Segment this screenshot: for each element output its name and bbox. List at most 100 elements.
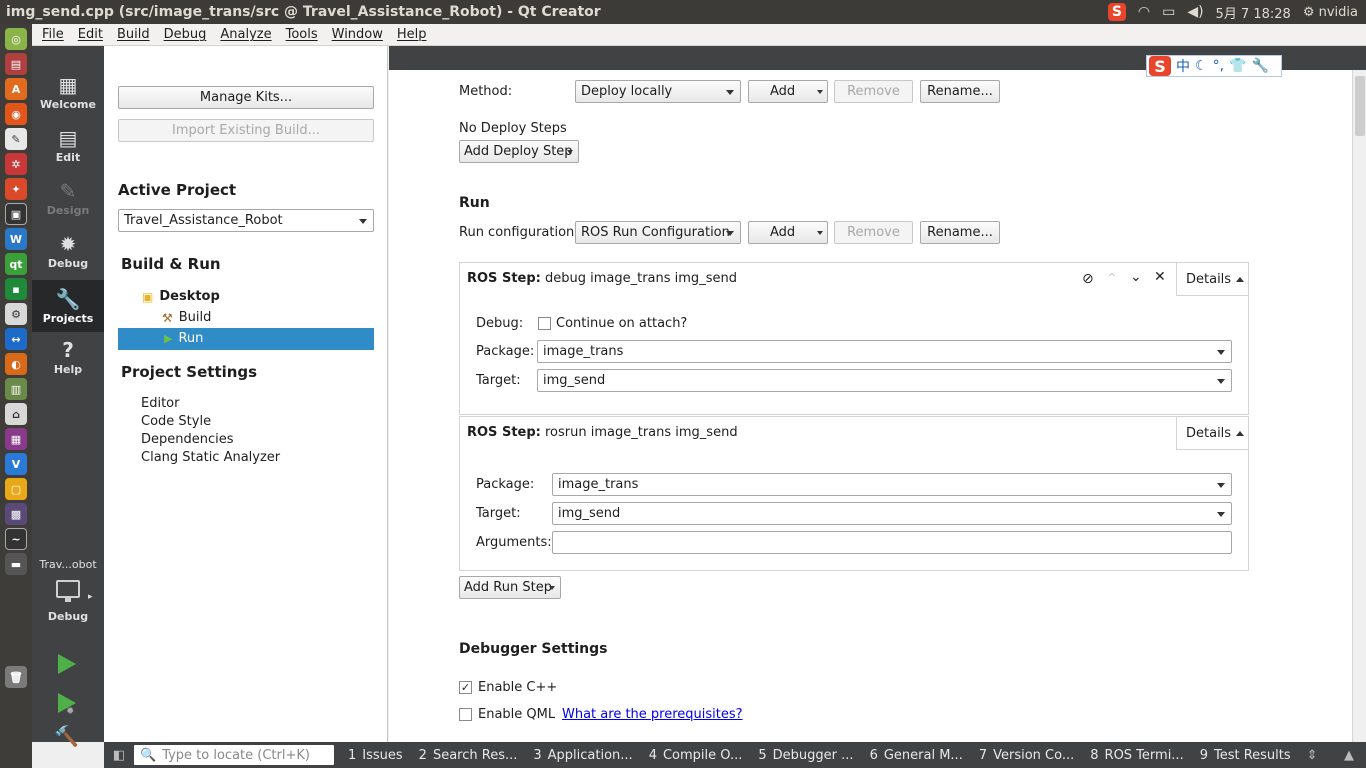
wrench-icon[interactable]: 🔧 xyxy=(1251,58,1268,74)
software-center-icon[interactable]: A xyxy=(5,78,27,100)
more-tabs-icon[interactable]: ⇕ xyxy=(1299,748,1326,763)
output-pane-toggle-icon[interactable]: ▲ xyxy=(1344,748,1366,763)
battery-icon[interactable]: ▭ xyxy=(1162,4,1175,20)
settings-clang-analyzer[interactable]: Clang Static Analyzer xyxy=(141,450,280,465)
locator-input[interactable]: 🔍 Type to locate (Ctrl+K) xyxy=(134,745,334,765)
disable-step-icon[interactable]: ⊘ xyxy=(1082,271,1094,287)
settings-icon[interactable]: ⚙ xyxy=(5,303,27,325)
sidebar-toggle-icon[interactable]: ◧ xyxy=(104,748,134,763)
enable-cpp-checkbox[interactable]: ✓ xyxy=(459,681,472,694)
ime-toolbar[interactable]: S 中 ☾ °, 👕 🔧 xyxy=(1146,55,1282,77)
kit-selector[interactable]: Debug xyxy=(32,580,104,628)
system-monitor-icon[interactable]: ~ xyxy=(5,528,27,550)
pycharm-icon[interactable]: ▪ xyxy=(5,278,27,300)
mode-design[interactable]: ✎ Design xyxy=(32,172,104,224)
archive-icon[interactable]: ▥ xyxy=(5,378,27,400)
trash-icon[interactable]: 🗑 xyxy=(5,666,27,688)
kit-project-name[interactable]: Trav...obot xyxy=(32,558,104,571)
menu-debug[interactable]: Debug xyxy=(164,27,207,42)
skin-icon[interactable]: 👕 xyxy=(1229,58,1246,74)
mode-help[interactable]: ? Help xyxy=(32,331,104,383)
deploy-method-select[interactable]: Deploy locally xyxy=(575,80,741,103)
step2-details-toggle[interactable]: Details xyxy=(1176,417,1249,450)
menu-tools[interactable]: Tools xyxy=(286,27,318,42)
add-deploy-step-button[interactable]: Add Deploy Step xyxy=(459,140,579,163)
menu-window[interactable]: Window xyxy=(332,27,383,42)
arguments-input[interactable] xyxy=(552,531,1232,554)
mode-edit[interactable]: ▤ Edit xyxy=(32,119,104,171)
continue-on-attach-checkbox[interactable] xyxy=(538,317,551,330)
output-tab-version-control[interactable]: 7 Version Co... xyxy=(971,748,1082,763)
pdf-icon[interactable]: ✦ xyxy=(5,178,27,200)
run-rename-button[interactable]: Rename... xyxy=(920,221,1000,244)
run-config-select[interactable]: ROS Run Configuration xyxy=(575,221,741,244)
tool-icon[interactable]: ✲ xyxy=(5,153,27,175)
enable-qml-checkbox[interactable] xyxy=(459,708,472,721)
output-tab-application-output[interactable]: 3 Application... xyxy=(525,748,640,763)
output-tab-issues[interactable]: 1 Issues xyxy=(340,748,411,763)
output-tab-ros-terminals[interactable]: 8 ROS Termi... xyxy=(1082,748,1191,763)
ime-icon[interactable]: S xyxy=(1107,3,1126,21)
user-menu[interactable]: ⚙ nvidia xyxy=(1303,5,1358,20)
word-icon[interactable]: W xyxy=(5,228,27,250)
output-tab-general-messages[interactable]: 6 General M... xyxy=(862,748,971,763)
terminal-icon[interactable]: ▣ xyxy=(5,203,27,225)
menu-analyze[interactable]: Analyze xyxy=(220,27,271,42)
scrollbar-thumb[interactable] xyxy=(1355,76,1365,136)
add-run-step-button[interactable]: Add Run Step xyxy=(459,576,561,599)
step2-package-select[interactable]: image_trans xyxy=(552,473,1232,496)
run-add-button[interactable]: Add xyxy=(748,221,828,244)
qt-creator-icon[interactable]: qt xyxy=(5,253,27,275)
active-project-select[interactable]: Travel_Assistance_Robot xyxy=(118,209,374,232)
video-icon[interactable]: ▩ xyxy=(5,503,27,525)
network-icon[interactable]: ⌂ xyxy=(5,403,27,425)
manage-kits-button[interactable]: Manage Kits... xyxy=(118,86,374,109)
mode-debug[interactable]: ✹ Debug xyxy=(32,225,104,277)
output-tab-compile-output[interactable]: 4 Compile O... xyxy=(641,748,751,763)
volume-icon[interactable]: ◀) xyxy=(1187,4,1203,20)
deploy-remove-button[interactable]: Remove xyxy=(834,80,913,103)
mode-projects[interactable]: 🔧 Projects xyxy=(32,280,104,332)
step1-details-toggle[interactable]: Details xyxy=(1176,263,1249,296)
tree-item-build[interactable]: ⚒ Build xyxy=(162,310,211,325)
output-tab-debugger-console[interactable]: 5 Debugger ... xyxy=(750,748,861,763)
run-button[interactable] xyxy=(58,654,76,674)
moon-icon[interactable]: ☾ xyxy=(1195,58,1208,74)
deploy-rename-button[interactable]: Rename... xyxy=(920,80,1000,103)
menu-help[interactable]: Help xyxy=(397,27,427,42)
output-tab-test-results[interactable]: 9 Test Results xyxy=(1192,748,1299,763)
ime-mode-icon[interactable]: 中 xyxy=(1176,56,1190,76)
files-icon[interactable]: ▤ xyxy=(5,53,27,75)
vscode-icon[interactable]: V xyxy=(5,453,27,475)
menu-build[interactable]: Build xyxy=(117,27,150,42)
dash-icon[interactable]: ◎ xyxy=(5,28,27,50)
chevron-up-icon[interactable]: ⌃ xyxy=(1106,271,1118,287)
wifi-icon[interactable]: ◠ xyxy=(1138,4,1150,20)
image-viewer-icon[interactable]: ◐ xyxy=(5,353,27,375)
mode-welcome[interactable]: ▦ Welcome xyxy=(32,66,104,118)
output-tab-search-results[interactable]: 2 Search Res... xyxy=(411,748,526,763)
vertical-scrollbar[interactable] xyxy=(1352,70,1366,742)
prerequisites-link[interactable]: What are the prerequisites? xyxy=(562,707,743,722)
teamviewer-icon[interactable]: ↔ xyxy=(5,328,27,350)
close-icon[interactable]: ✕ xyxy=(1154,269,1166,285)
disk-icon[interactable]: ▬ xyxy=(5,553,27,575)
import-build-button[interactable]: Import Existing Build... xyxy=(118,119,374,142)
chevron-down-icon[interactable]: ⌄ xyxy=(1130,269,1142,285)
build-hammer-button[interactable]: 🔨 xyxy=(54,724,79,748)
clock[interactable]: 5月 7 18:28 xyxy=(1216,3,1291,22)
step1-package-select[interactable]: image_trans xyxy=(537,340,1232,363)
firefox-icon[interactable]: ◉ xyxy=(5,103,27,125)
settings-editor[interactable]: Editor xyxy=(141,396,179,411)
run-remove-button[interactable]: Remove xyxy=(834,221,913,244)
deploy-add-button[interactable]: Add xyxy=(748,80,828,103)
text-editor-icon[interactable]: ✎ xyxy=(5,128,27,150)
media-icon[interactable]: ▦ xyxy=(5,428,27,450)
settings-dependencies[interactable]: Dependencies xyxy=(141,432,234,447)
virtualbox-icon[interactable]: ▢ xyxy=(5,478,27,500)
tree-item-run[interactable]: ▶ Run xyxy=(164,331,203,346)
kit-desktop[interactable]: ▣ Desktop xyxy=(142,289,220,304)
step2-target-select[interactable]: img_send xyxy=(552,502,1232,525)
step1-target-select[interactable]: img_send xyxy=(537,369,1232,392)
menu-edit[interactable]: Edit xyxy=(78,27,103,42)
